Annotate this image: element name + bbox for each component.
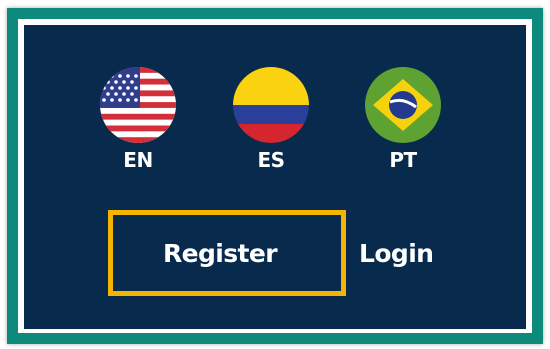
- header-panel: EN ES PT Register Login: [24, 25, 526, 329]
- language-option-pt[interactable]: PT: [358, 67, 448, 173]
- register-link[interactable]: Register: [163, 239, 278, 269]
- language-option-en[interactable]: EN: [93, 67, 183, 173]
- language-auth-widget: EN ES PT Register Login: [7, 8, 543, 344]
- login-link[interactable]: Login: [359, 239, 434, 269]
- us-flag-icon: [100, 67, 176, 143]
- language-label-pt: PT: [389, 148, 417, 172]
- language-label-es: ES: [257, 148, 285, 172]
- language-option-es[interactable]: ES: [226, 67, 316, 173]
- brazil-flag-icon: [365, 67, 441, 143]
- colombia-flag-icon: [233, 67, 309, 143]
- language-label-en: EN: [123, 148, 153, 172]
